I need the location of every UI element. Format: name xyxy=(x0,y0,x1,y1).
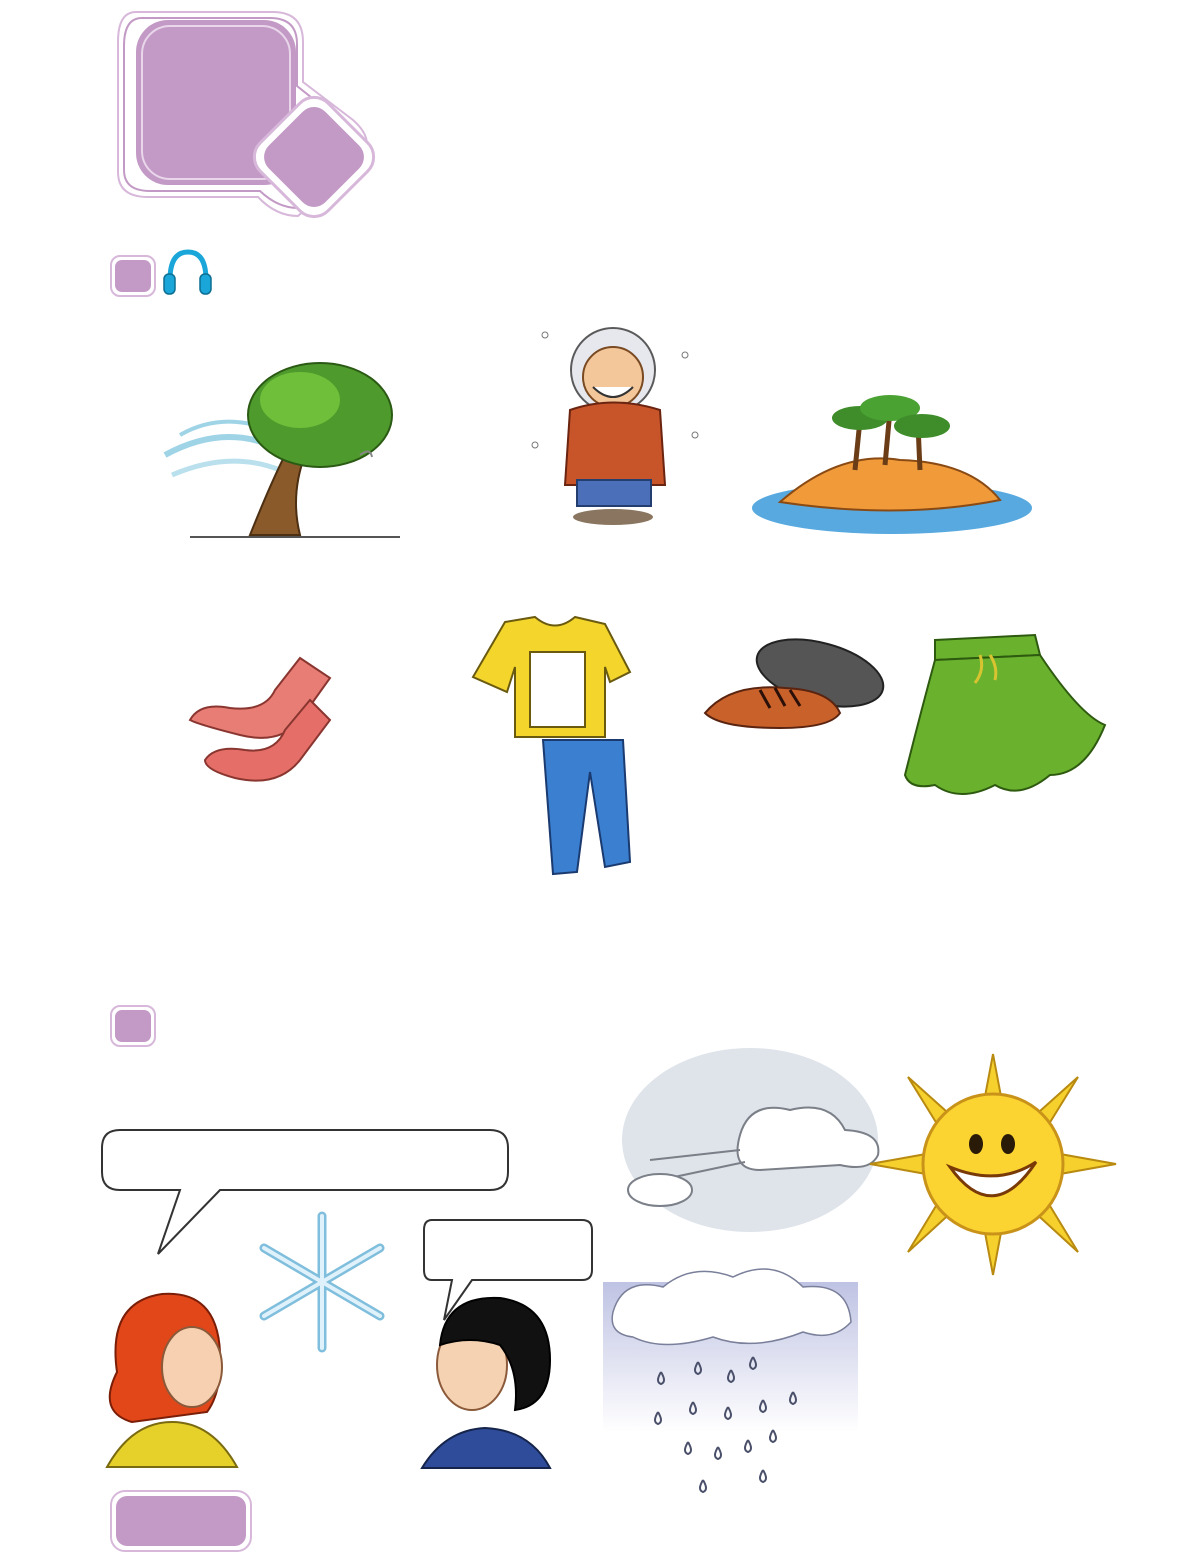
unit-badge-icon xyxy=(117,11,376,219)
rain-cloud-icon xyxy=(603,1262,858,1502)
unit-badge xyxy=(108,2,393,222)
socks-icon xyxy=(180,650,345,795)
section-2-number-box xyxy=(110,1005,156,1047)
dark-haired-boy xyxy=(420,1290,555,1472)
tropical-island-icon xyxy=(750,390,1035,540)
shoes-icon xyxy=(690,628,890,748)
page-tab xyxy=(110,1490,252,1552)
red-haired-girl xyxy=(92,1282,247,1472)
sun-icon xyxy=(868,1052,1118,1277)
headphones-icon[interactable] xyxy=(160,246,215,298)
section-1-number-box xyxy=(110,255,156,297)
snowflake-icon xyxy=(252,1208,392,1356)
windy-tree-icon xyxy=(160,355,405,545)
tshirt-and-jeans-icon xyxy=(465,612,655,902)
freezing-man-icon xyxy=(515,295,715,530)
wind-cloud-icon xyxy=(620,1040,885,1250)
skirt-icon xyxy=(900,625,1115,805)
